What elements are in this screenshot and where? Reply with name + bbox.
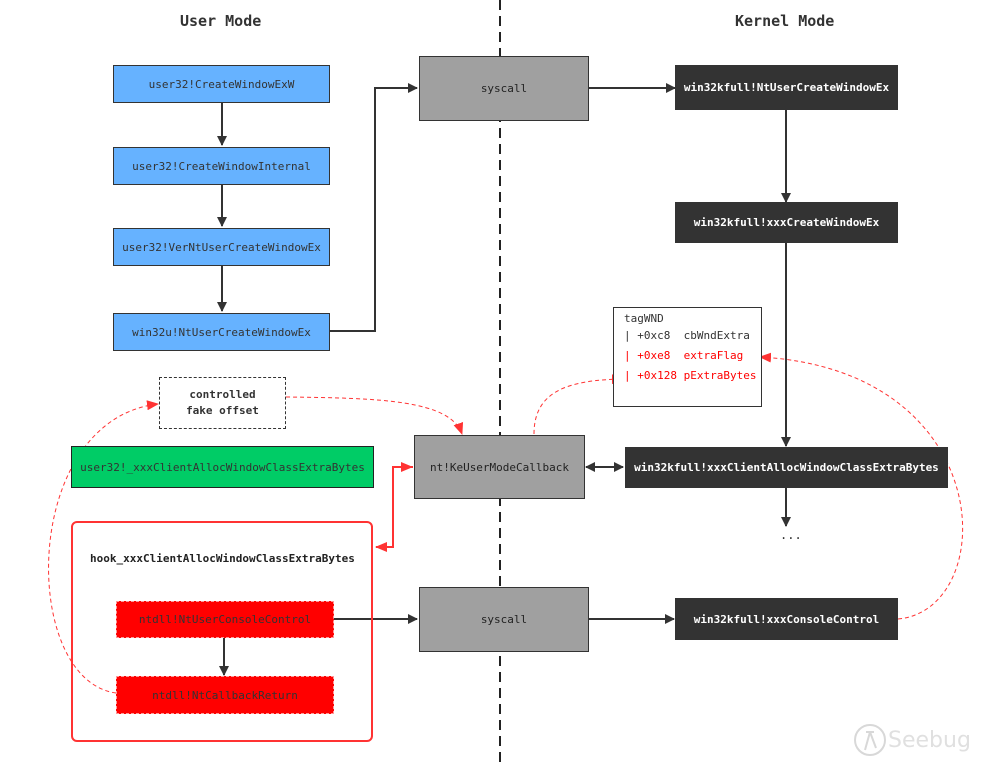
node-createwindowexw[interactable]: user32!CreateWindowExW xyxy=(113,65,330,103)
continuation-ellipsis: ... xyxy=(780,528,802,542)
node-syscall-top[interactable]: syscall xyxy=(419,56,589,121)
node-verntusercreatewindowex[interactable]: user32!VerNtUserCreateWindowEx xyxy=(113,228,330,266)
node-kerusermodecallback[interactable]: nt!KeUserModeCallback xyxy=(414,435,585,499)
arrow-callback-to-pextrabytes xyxy=(533,374,624,435)
node-xxxconsolecontrol[interactable]: win32kfull!xxxConsoleControl xyxy=(675,598,898,640)
node-win32u-ntusercreatewindowex[interactable]: win32u!NtUserCreateWindowEx xyxy=(113,313,330,351)
node-win32kfull-ntusercreatewindowex[interactable]: win32kfull!NtUserCreateWindowEx xyxy=(675,65,898,110)
node-controlled-fake-offset[interactable]: controlled fake offset xyxy=(159,377,286,429)
arrow-win32u-to-syscall xyxy=(330,83,418,332)
seebug-logo-icon xyxy=(854,724,886,756)
fake-offset-line1: controlled xyxy=(189,388,256,401)
node-user32-xxxclientallocwindowclassextrabytes[interactable]: user32!_xxxClientAllocWindowClassExtraBy… xyxy=(71,446,374,488)
arrow-callback-to-hook xyxy=(375,466,413,552)
user-mode-heading: User Mode xyxy=(180,12,262,30)
tagwnd-field-cbwndextra: | +0xc8 cbWndExtra xyxy=(624,329,750,342)
tagwnd-field-pextrabytes: | +0x128 pExtraBytes xyxy=(624,369,757,382)
hook-title: hook_xxxClientAllocWindowClassExtraBytes xyxy=(90,552,355,565)
fake-offset-line2: fake offset xyxy=(186,404,259,417)
node-xxxclientallocwindowclassextrabytes[interactable]: win32kfull!xxxClientAllocWindowClassExtr… xyxy=(625,447,948,488)
node-ntdll-ntcallbackreturn[interactable]: ntdll!NtCallbackReturn xyxy=(116,676,334,714)
arrow-consolecontrol-to-extraflag xyxy=(759,352,964,620)
node-syscall-bottom[interactable]: syscall xyxy=(419,587,589,652)
seebug-watermark: Seebug xyxy=(852,722,971,758)
watermark-text: Seebug xyxy=(888,727,971,753)
tagwnd-field-extraflag: | +0xe8 extraFlag xyxy=(624,349,744,362)
tagwnd-title: tagWND xyxy=(624,312,664,325)
tagwnd-structure: tagWND | +0xc8 cbWndExtra | +0xe8 extraF… xyxy=(613,307,762,407)
node-ntdll-ntuserconsolecontrol[interactable]: ntdll!NtUserConsoleControl xyxy=(116,601,334,638)
node-win32kfull-xxxcreatewindowex[interactable]: win32kfull!xxxCreateWindowEx xyxy=(675,202,898,243)
kernel-mode-heading: Kernel Mode xyxy=(735,12,835,30)
node-createwindowinternal[interactable]: user32!CreateWindowInternal xyxy=(113,147,330,185)
arrow-fakeoffset-to-callback xyxy=(285,396,464,435)
